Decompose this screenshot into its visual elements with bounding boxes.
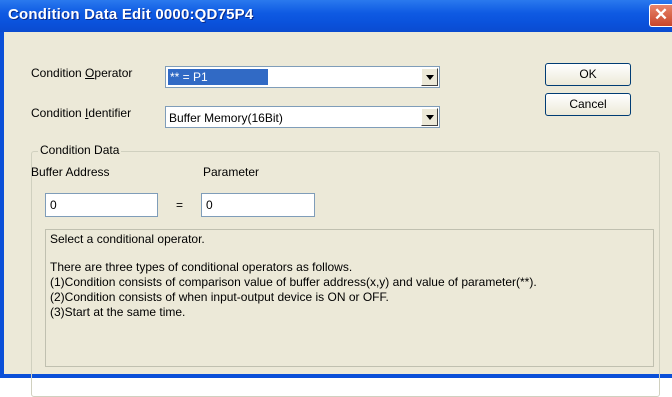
- dialog-title: Condition Data Edit 0000:QD75P4: [8, 6, 254, 23]
- condition-identifier-label: Condition Identifier: [31, 106, 132, 120]
- equals-sign: =: [176, 198, 184, 212]
- parameter-input[interactable]: 0: [201, 193, 315, 217]
- title-bar[interactable]: Condition Data Edit 0000:QD75P4 ✕: [0, 0, 672, 32]
- condition-identifier-dropdown-button[interactable]: [421, 108, 438, 126]
- ok-button[interactable]: OK: [545, 63, 631, 86]
- chevron-down-icon: [426, 115, 434, 120]
- condition-operator-label: Condition Operator: [31, 66, 133, 80]
- condition-data-group-label: Condition Data: [38, 143, 122, 157]
- dialog-window: Condition Data Edit 0000:QD75P4 ✕ Condit…: [0, 0, 672, 397]
- condition-operator-dropdown-button[interactable]: [421, 68, 438, 86]
- description-line: Select a conditional operator.: [50, 232, 205, 246]
- description-line: (1)Condition consists of comparison valu…: [50, 275, 537, 289]
- condition-operator-value: ** = P1: [168, 69, 268, 85]
- buffer-address-input[interactable]: 0: [45, 193, 158, 217]
- condition-identifier-value: Buffer Memory(16Bit): [169, 111, 283, 125]
- cancel-button[interactable]: Cancel: [545, 93, 631, 116]
- chevron-down-icon: [426, 75, 434, 80]
- dialog-body: Condition Operator ** = P1 Condition Ide…: [4, 32, 672, 397]
- description-line: (3)Start at the same time.: [50, 305, 186, 319]
- close-button[interactable]: ✕: [649, 4, 672, 27]
- buffer-address-value: 0: [50, 198, 57, 212]
- condition-operator-select[interactable]: ** = P1: [165, 66, 440, 88]
- description-line: There are three types of conditional ope…: [50, 260, 353, 274]
- description-panel: Select a conditional operator. There are…: [45, 229, 654, 367]
- close-icon: ✕: [653, 5, 669, 24]
- parameter-label: Parameter: [203, 165, 260, 179]
- buffer-address-label: Buffer Address: [31, 165, 110, 179]
- description-line: (2)Condition consists of when input-outp…: [50, 290, 389, 304]
- condition-identifier-select[interactable]: Buffer Memory(16Bit): [165, 106, 440, 128]
- parameter-value: 0: [206, 198, 213, 212]
